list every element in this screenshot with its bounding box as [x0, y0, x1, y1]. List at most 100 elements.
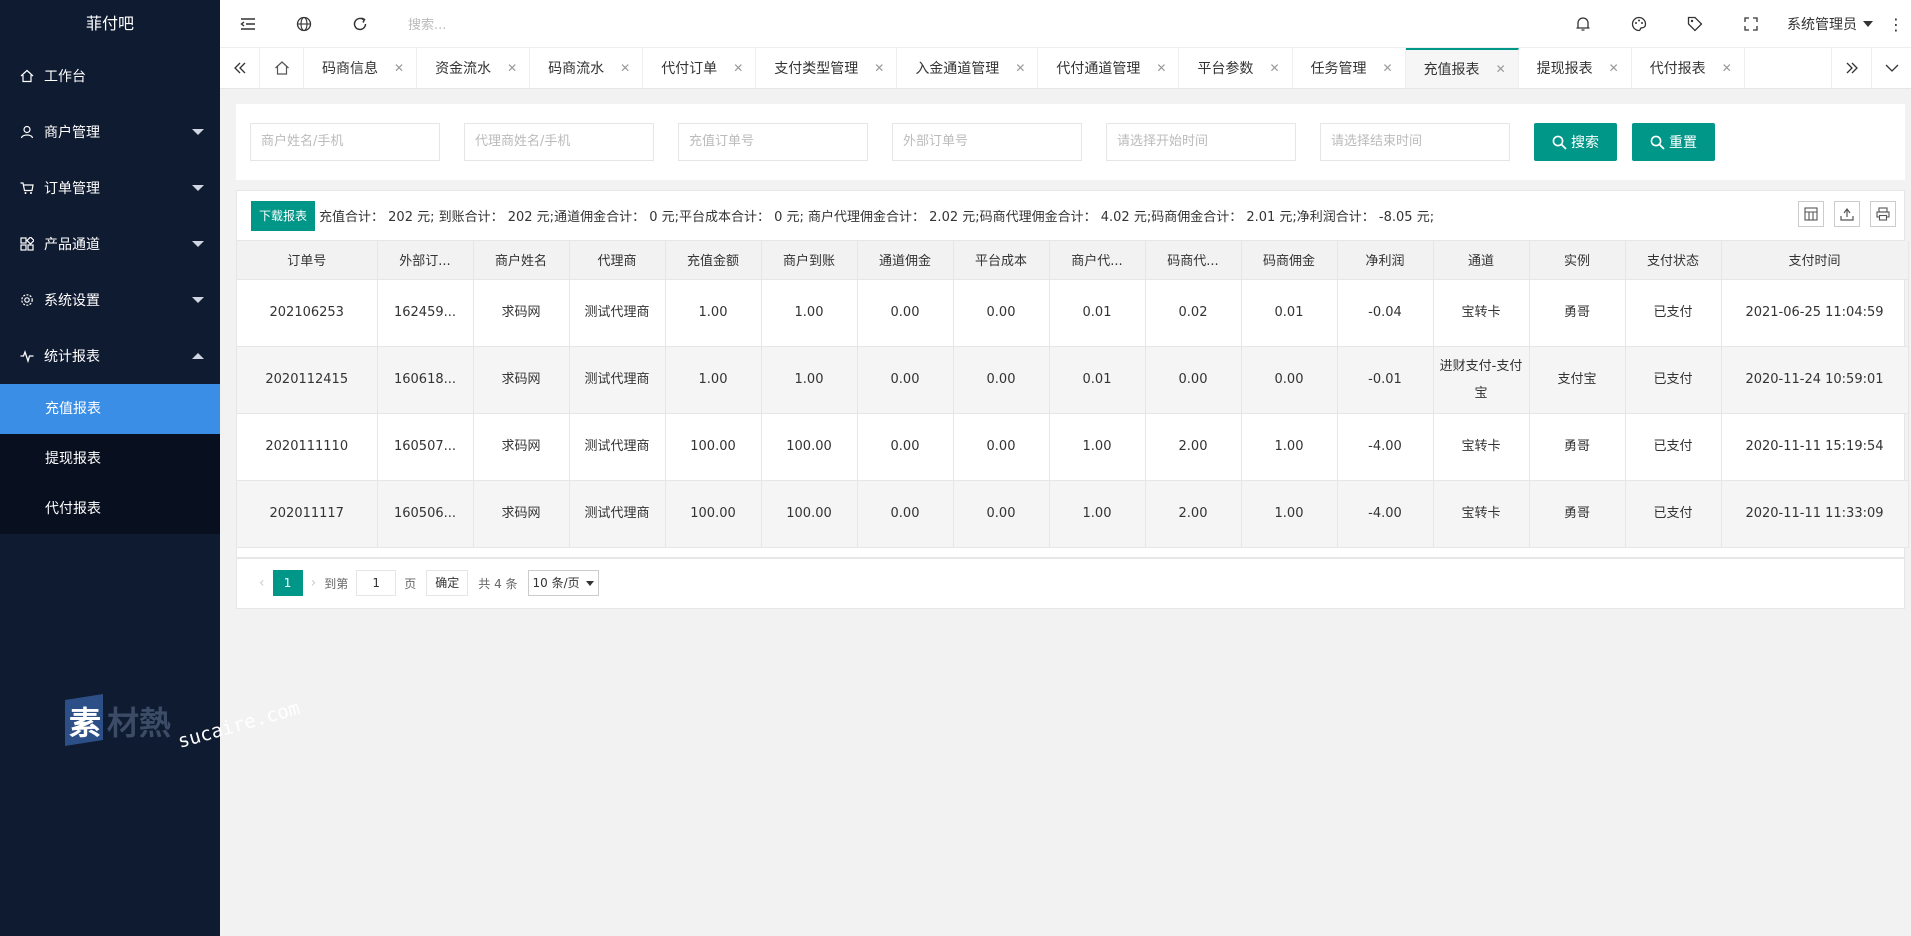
table-row[interactable]: 2020111110 160507... 求码网 测试代理商 100.00 100.00 0… [237, 413, 1909, 481]
refresh-icon[interactable] [332, 0, 388, 48]
sidebar-item-label: 订单管理 [44, 181, 100, 197]
columns-filter-icon[interactable] [1798, 201, 1824, 227]
tab-payout-channels[interactable]: 代付通道管理 ✕ [1038, 48, 1180, 88]
tab-payment-types[interactable]: 支付类型管理 ✕ [756, 48, 898, 88]
tab-platform-params[interactable]: 平台参数 ✕ [1179, 48, 1293, 88]
table-cell: 0.02 [1145, 279, 1242, 347]
user-menu[interactable]: 系统管理员 [1779, 14, 1881, 34]
reset-button[interactable]: 重置 [1632, 123, 1715, 161]
recharge-order-input[interactable]: 充值订单号 [678, 123, 868, 161]
table-row[interactable]: 202011117 160506... 求码网 测试代理商 100.00 100.00 0.… [237, 480, 1909, 548]
column-header[interactable]: 码商佣金 [1241, 241, 1338, 280]
tab-payout-report[interactable]: 代付报表 ✕ [1632, 48, 1745, 88]
globe-icon[interactable] [276, 0, 332, 48]
sidebar-item-reports[interactable]: 统计报表 [0, 328, 220, 384]
export-icon[interactable] [1834, 201, 1860, 227]
palette-icon[interactable] [1611, 0, 1667, 48]
column-header[interactable]: 商户代... [1049, 241, 1146, 280]
column-header[interactable]: 支付时间 [1721, 241, 1909, 280]
print-icon[interactable] [1870, 201, 1896, 227]
close-icon[interactable]: ✕ [1383, 61, 1393, 75]
menu-toggle-icon[interactable] [220, 0, 276, 48]
close-icon[interactable]: ✕ [507, 61, 517, 75]
table-cell: 1.00 [1049, 480, 1146, 548]
tabs-dropdown-icon[interactable] [1871, 48, 1911, 88]
external-order-input[interactable]: 外部订单号 [892, 123, 1082, 161]
column-header[interactable]: 商户姓名 [473, 241, 570, 280]
table-cell: 160506... [377, 480, 474, 548]
close-icon[interactable]: ✕ [1269, 61, 1279, 75]
tab-home-icon[interactable] [260, 48, 304, 88]
close-icon[interactable]: ✕ [1496, 62, 1506, 76]
tab-fund-flow[interactable]: 资金流水 ✕ [417, 48, 531, 88]
close-icon[interactable]: ✕ [1609, 61, 1619, 75]
submenu-item-payout-report[interactable]: 代付报表 [0, 484, 220, 534]
column-header[interactable]: 订单号 [237, 241, 378, 280]
table-scroll-stub [237, 548, 1904, 558]
tab-payout-orders[interactable]: 代付订单 ✕ [643, 48, 757, 88]
close-icon[interactable]: ✕ [733, 61, 743, 75]
tab-merchant-flow[interactable]: 码商流水 ✕ [530, 48, 644, 88]
column-header[interactable]: 净利润 [1337, 241, 1434, 280]
column-header[interactable]: 平台成本 [953, 241, 1050, 280]
sidebar-item-channels[interactable]: 产品通道 [0, 216, 220, 272]
table-cell: 2020112415 [237, 346, 378, 414]
sidebar-item-label: 系统设置 [44, 293, 100, 309]
tab-task-management[interactable]: 任务管理 ✕ [1293, 48, 1406, 88]
column-header[interactable]: 支付状态 [1625, 241, 1722, 280]
table-row[interactable]: 202106253 162459... 求码网 测试代理商 1.00 1.00 0.00 0.… [237, 279, 1909, 347]
table-cell: 测试代理商 [569, 413, 666, 481]
close-icon[interactable]: ✕ [1722, 61, 1732, 75]
close-icon[interactable]: ✕ [620, 61, 630, 75]
bell-icon[interactable] [1555, 0, 1611, 48]
sidebar: 菲付吧 工作台 商户管理 订单管理 产品通道 系统设置 统计报表 充值报表 提现… [0, 0, 302, 936]
tab-merchant-info[interactable]: 码商信息 ✕ [304, 48, 418, 88]
close-icon[interactable]: ✕ [1015, 61, 1025, 75]
tab-deposit-channels[interactable]: 入金通道管理 ✕ [897, 48, 1039, 88]
column-header[interactable]: 码商代... [1145, 241, 1242, 280]
submenu-item-withdraw-report[interactable]: 提现报表 [0, 434, 220, 484]
column-header[interactable]: 商户到账 [761, 241, 858, 280]
page-size-select[interactable]: 10 条/页 [527, 570, 599, 596]
merchant-search-input[interactable]: 商户姓名/手机 [250, 123, 440, 161]
sidebar-item-merchants[interactable]: 商户管理 [0, 104, 220, 160]
start-time-input[interactable]: 请选择开始时间 [1106, 123, 1296, 161]
download-report-button[interactable]: 下载报表 [251, 200, 316, 231]
sidebar-item-settings[interactable]: 系统设置 [0, 272, 220, 328]
search-button[interactable]: 搜索 [1534, 123, 1617, 161]
fullscreen-icon[interactable] [1723, 0, 1779, 48]
table-cell: 求码网 [473, 346, 570, 414]
end-time-input[interactable]: 请选择结束时间 [1320, 123, 1510, 161]
column-header[interactable]: 实例 [1529, 241, 1626, 280]
tabs-scroll-right-icon[interactable] [1831, 48, 1871, 88]
column-header[interactable]: 外部订... [377, 241, 474, 280]
next-page-icon[interactable]: › [311, 575, 317, 591]
submenu-item-recharge-report[interactable]: 充值报表 [0, 384, 220, 434]
page-1-button[interactable]: 1 [272, 570, 303, 596]
column-header[interactable]: 通道 [1433, 241, 1530, 280]
tag-icon[interactable] [1667, 0, 1723, 48]
agent-search-input[interactable]: 代理商姓名/手机 [464, 123, 654, 161]
prev-page-icon[interactable]: ‹ [259, 575, 265, 591]
table-cell: 求码网 [473, 413, 570, 481]
table-row[interactable]: 2020112415 160618... 求码网 测试代理商 1.00 1.00 0.00 0… [237, 346, 1909, 414]
close-icon[interactable]: ✕ [1156, 61, 1166, 75]
global-search-input[interactable]: 搜索... [408, 14, 1008, 33]
chevron-up-icon [192, 353, 204, 359]
close-icon[interactable]: ✕ [394, 61, 404, 75]
sidebar-item-workbench[interactable]: 工作台 [0, 48, 220, 104]
sidebar-item-orders[interactable]: 订单管理 [0, 160, 220, 216]
column-header[interactable]: 代理商 [569, 241, 666, 280]
table-cell: 测试代理商 [569, 346, 666, 414]
goto-confirm-button[interactable]: 确定 [426, 570, 469, 596]
column-header[interactable]: 充值金额 [665, 241, 762, 280]
column-header[interactable]: 通道佣金 [857, 241, 954, 280]
more-vertical-icon[interactable]: ⋮ [1881, 15, 1911, 34]
table-cell: -0.01 [1337, 346, 1434, 414]
tab-recharge-report[interactable]: 充值报表 ✕ [1405, 48, 1519, 88]
tabs-scroll-left-icon[interactable] [220, 48, 260, 88]
goto-page-input[interactable]: 1 [356, 570, 397, 596]
close-icon[interactable]: ✕ [874, 61, 884, 75]
tab-withdraw-report[interactable]: 提现报表 ✕ [1519, 48, 1632, 88]
chevron-down-icon [192, 241, 204, 247]
